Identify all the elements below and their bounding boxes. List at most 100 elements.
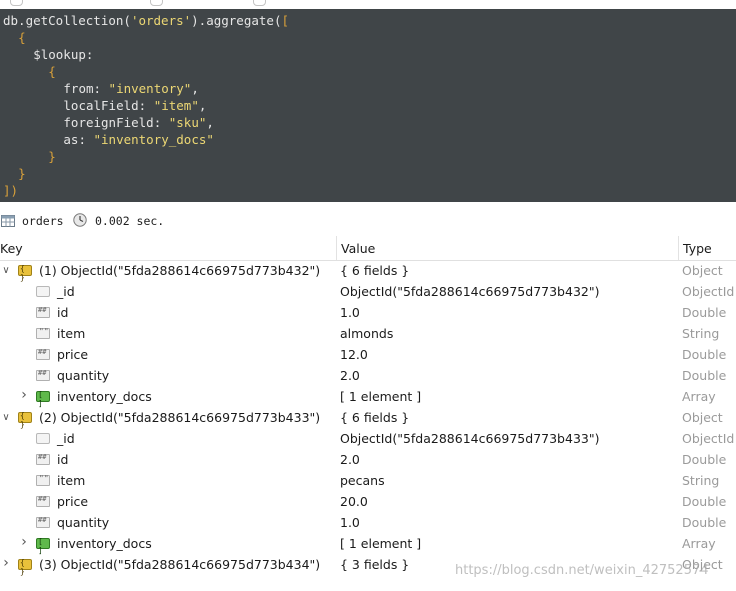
header-value[interactable]: Value — [341, 241, 375, 256]
chevron-down-icon[interactable]: ∨ — [1, 412, 11, 423]
number-icon — [36, 306, 50, 318]
table-row[interactable]: ∨ (2) ObjectId("5fda288614c66975d773b433"… — [0, 407, 736, 429]
number-icon — [36, 369, 50, 381]
key-cell: quantity — [57, 515, 110, 530]
number-icon — [36, 348, 50, 360]
column-divider[interactable] — [678, 236, 679, 260]
key-cell: (3) ObjectId("5fda288614c66975d773b434") — [39, 557, 321, 572]
array-icon — [36, 390, 50, 408]
value-cell: 2.0 — [340, 368, 360, 383]
value-cell: ObjectId("5fda288614c66975d773b433") — [340, 431, 600, 446]
code-token: } — [18, 166, 26, 181]
watermark: https://blog.csdn.net/weixin_42752574 — [455, 563, 709, 578]
number-icon — [36, 516, 50, 528]
code-line: { — [48, 63, 56, 80]
object-icon — [18, 558, 32, 576]
key-cell: inventory_docs — [57, 389, 152, 404]
key-cell: _id — [57, 284, 75, 299]
value-cell: { 3 fields } — [340, 557, 410, 572]
type-cell: Double — [682, 494, 727, 509]
type-cell: Object — [682, 410, 723, 425]
chevron-right-icon[interactable]: › — [19, 534, 29, 550]
table-header: Key Value Type — [0, 236, 736, 261]
type-cell: Object — [682, 263, 723, 278]
table-row[interactable]: › inventory_docs [ 1 element ] Array — [0, 386, 736, 408]
key-cell: item — [57, 473, 86, 488]
key-cell: _id — [57, 431, 75, 446]
code-token: from: — [63, 81, 109, 96]
type-cell: String — [682, 326, 720, 341]
chevron-right-icon[interactable]: › — [19, 387, 29, 403]
code-line: { — [18, 29, 26, 46]
code-token: [ — [281, 13, 289, 28]
key-cell: id — [57, 452, 69, 467]
value-cell: { 6 fields } — [340, 263, 410, 278]
clock-icon — [73, 213, 87, 227]
code-token: , — [198, 98, 207, 113]
code-token: ]) — [3, 183, 19, 198]
header-type[interactable]: Type — [683, 241, 712, 256]
code-line: } — [48, 148, 56, 165]
table-row[interactable]: price 20.0 Double — [0, 491, 736, 512]
code-token: "item" — [153, 98, 199, 113]
table-row[interactable]: quantity 2.0 Double — [0, 365, 736, 386]
code-token: { — [48, 64, 56, 79]
type-cell: String — [682, 473, 720, 488]
code-line: foreignField: "sku", — [63, 114, 214, 131]
header-key[interactable]: Key — [0, 241, 23, 256]
chevron-right-icon[interactable]: › — [1, 555, 11, 571]
code-token: } — [48, 149, 56, 164]
tab-edge-icon — [10, 0, 23, 6]
code-token: ).aggregate( — [191, 13, 282, 28]
array-icon — [36, 537, 50, 555]
code-token: db.getCollection( — [3, 13, 131, 28]
value-cell: [ 1 element ] — [340, 536, 422, 551]
table-icon — [1, 215, 15, 227]
table-row[interactable]: id 1.0 Double — [0, 302, 736, 323]
key-cell: (2) ObjectId("5fda288614c66975d773b433") — [39, 410, 321, 425]
execution-time: 0.002 sec. — [95, 214, 165, 228]
type-cell: Array — [682, 536, 716, 551]
value-cell: 1.0 — [340, 515, 360, 530]
code-token: , — [191, 81, 199, 96]
table-row[interactable]: › inventory_docs [ 1 element ] Array — [0, 533, 736, 555]
table-row[interactable]: _id ObjectId("5fda288614c66975d773b432") O… — [0, 281, 736, 302]
code-token: $lookup: — [33, 47, 94, 62]
value-cell: { 6 fields } — [340, 410, 410, 425]
type-cell: Array — [682, 389, 716, 404]
code-token: "sku" — [168, 115, 207, 130]
value-cell: 12.0 — [340, 347, 368, 362]
type-cell: Double — [682, 452, 727, 467]
key-cell: id — [57, 305, 69, 320]
tab-edge-icon — [150, 0, 163, 6]
table-row[interactable]: item pecans String — [0, 470, 736, 491]
code-line: as: "inventory_docs" — [63, 131, 214, 148]
type-cell: Double — [682, 347, 727, 362]
objectid-icon — [36, 286, 50, 297]
type-cell: Double — [682, 368, 727, 383]
table-row[interactable]: _id ObjectId("5fda288614c66975d773b433") O… — [0, 428, 736, 449]
table-row[interactable]: id 2.0 Double — [0, 449, 736, 470]
type-cell: ObjectId — [682, 284, 735, 299]
code-token: 'orders' — [130, 13, 192, 28]
code-token: "inventory" — [108, 81, 192, 96]
result-status-bar: orders 0.002 sec. — [0, 202, 736, 237]
key-cell: (1) ObjectId("5fda288614c66975d773b432") — [39, 263, 321, 278]
number-icon — [36, 495, 50, 507]
value-cell: pecans — [340, 473, 385, 488]
key-cell: price — [57, 494, 89, 509]
table-row[interactable]: quantity 1.0 Double — [0, 512, 736, 533]
type-cell: ObjectId — [682, 431, 735, 446]
code-token: { — [18, 30, 26, 45]
chevron-down-icon[interactable]: ∨ — [1, 265, 11, 276]
column-divider[interactable] — [336, 236, 337, 260]
table-row[interactable]: price 12.0 Double — [0, 344, 736, 365]
object-icon — [18, 264, 32, 282]
query-editor[interactable]: db.getCollection('orders').aggregate([ { $… — [0, 9, 736, 202]
top-strip — [0, 0, 736, 9]
code-line: } — [18, 165, 26, 182]
table-row[interactable]: ∨ (1) ObjectId("5fda288614c66975d773b432"… — [0, 260, 736, 282]
key-cell: inventory_docs — [57, 536, 152, 551]
code-line: ]) — [3, 182, 18, 199]
table-row[interactable]: item almonds String — [0, 323, 736, 344]
